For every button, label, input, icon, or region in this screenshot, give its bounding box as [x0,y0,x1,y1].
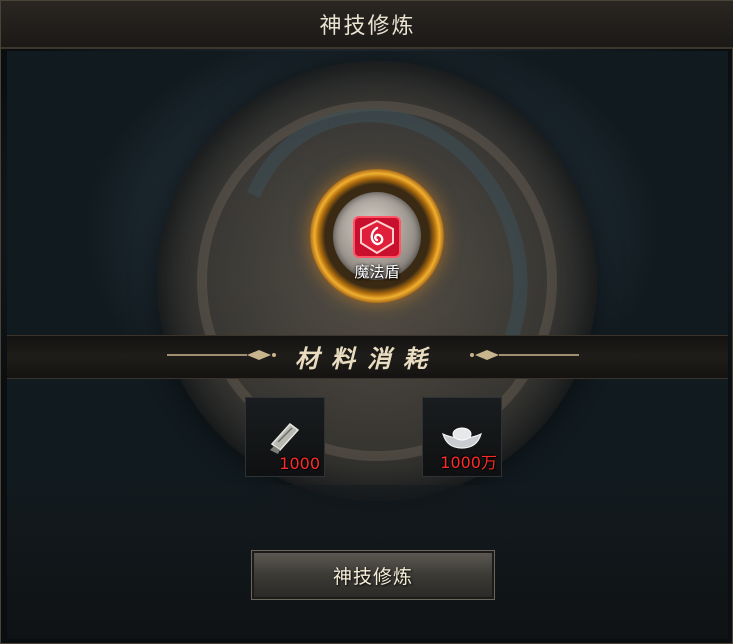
banner-left-ornament [167,350,276,360]
skill-training-window: 神技修炼 魔法盾 材料消耗 1000 1000万 神技修炼 [0,0,733,644]
train-skill-button[interactable]: 神技修炼 [251,550,495,600]
material-slot[interactable]: 1000万 [422,397,502,477]
material-slot[interactable]: 1000 [245,397,325,477]
silver-ingot-icon [442,427,482,449]
material-count: 1000万 [440,453,497,472]
skill-name-label: 魔法盾 [354,263,400,281]
material-count: 1000 [279,454,320,473]
window-title: 神技修炼 [1,1,733,49]
skill-scene: 魔法盾 材料消耗 1000 1000万 神技修炼 [7,51,728,639]
scroll-book-icon [270,422,300,454]
banner-right-ornament [470,350,579,360]
materials-title: 材料消耗 [295,343,439,373]
shield-rune-icon [353,216,401,258]
